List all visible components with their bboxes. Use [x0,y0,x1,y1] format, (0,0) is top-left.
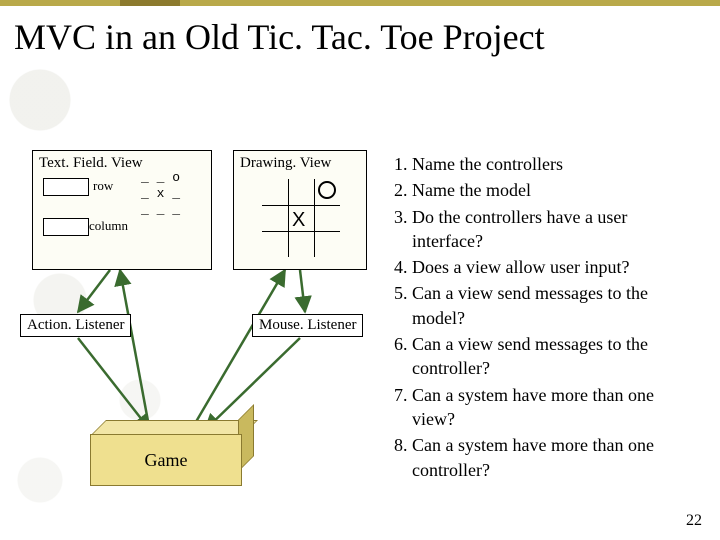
mouse-listener-box: Mouse. Listener [252,314,363,337]
questions-list: Name the controllers Name the model Do t… [388,152,698,484]
game-model-box: Game [90,420,240,484]
list-item: Name the controllers [412,152,698,176]
game-label: Game [90,434,242,486]
list-item: Do the controllers have a user interface… [412,205,698,254]
text-board: _ _ o _ x _ _ _ _ [141,170,180,218]
x-mark-icon: X [292,209,305,232]
top-accent-bar [0,0,720,6]
row-label: row [93,178,113,194]
list-item: Can a system have more than one view? [412,383,698,432]
text-field-view-panel: Text. Field. View row column _ _ o _ x _… [32,150,212,270]
slide-title: MVC in an Old Tic. Tac. Toe Project [14,18,545,58]
list-item: Can a view send messages to the controll… [412,332,698,381]
list-item: Can a view send messages to the model? [412,281,698,330]
text-field-view-label: Text. Field. View [33,151,211,172]
action-listener-box: Action. Listener [20,314,131,337]
text-field-view-body: row column _ _ o _ x _ _ _ _ [33,172,211,268]
column-label: column [89,218,128,234]
o-mark-icon [318,181,336,199]
drawing-view-panel: Drawing. View X [233,150,367,270]
drawing-view-label: Drawing. View [234,151,366,172]
list-item: Can a system have more than one controll… [412,433,698,482]
drawing-grid[interactable]: X [262,179,340,257]
column-input[interactable] [43,218,89,236]
row-input[interactable] [43,178,89,196]
list-item: Does a view allow user input? [412,255,698,279]
list-item: Name the model [412,178,698,202]
slide-number: 22 [686,512,702,530]
